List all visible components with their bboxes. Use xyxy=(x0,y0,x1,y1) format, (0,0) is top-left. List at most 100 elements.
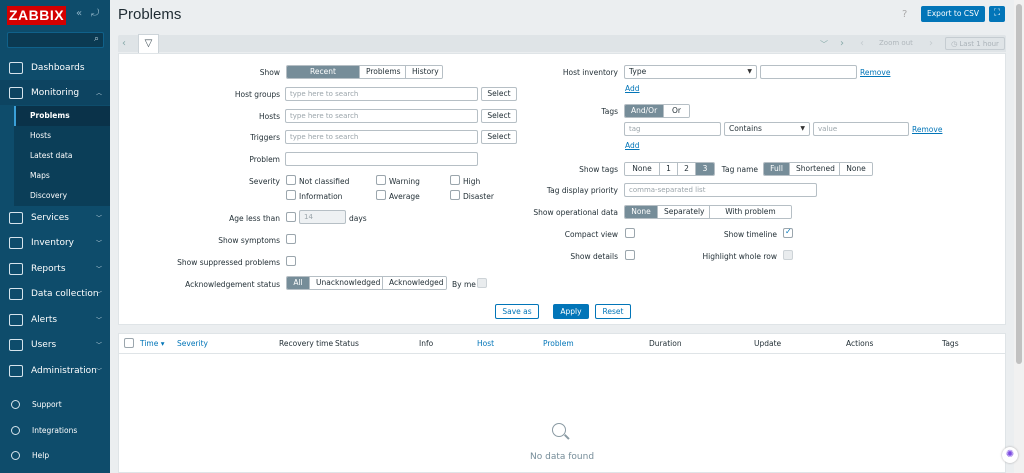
symptoms-label: Show symptoms xyxy=(218,236,280,245)
column-header-severity[interactable]: Severity xyxy=(177,339,208,348)
nav-sub-maps[interactable]: Maps xyxy=(14,166,110,186)
nav-help[interactable]: Help xyxy=(0,445,110,465)
nav-administration[interactable]: Administration ﹀ xyxy=(0,358,110,383)
fullscreen-icon[interactable]: ⛶ xyxy=(989,6,1005,22)
opdata-none[interactable]: None xyxy=(625,206,658,218)
column-header-tags: Tags xyxy=(942,339,959,348)
nav-users[interactable]: Users ﹀ xyxy=(0,332,110,357)
column-header-host[interactable]: Host xyxy=(477,339,494,348)
compact-view-checkbox[interactable] xyxy=(625,228,635,238)
ack-all[interactable]: All xyxy=(287,277,310,289)
chevron-left-icon[interactable]: ‹ xyxy=(122,38,126,49)
show-tags-none[interactable]: None xyxy=(625,163,660,175)
alerts-icon xyxy=(9,313,23,326)
show-timeline-checkbox[interactable] xyxy=(783,227,793,238)
tag-name-full[interactable]: Full xyxy=(764,163,790,175)
tag-name-shortened[interactable]: Shortened xyxy=(790,163,840,175)
by-me-checkbox[interactable] xyxy=(477,278,487,288)
inventory-field-select[interactable]: Type ▼ xyxy=(624,65,757,79)
chevron-down-icon: ﹀ xyxy=(95,317,102,324)
triggers-input[interactable]: type here to search xyxy=(285,130,478,144)
inventory-remove-link[interactable]: Remove xyxy=(860,68,890,77)
tag-name-none[interactable]: None xyxy=(840,163,872,175)
save-as-button[interactable]: Save as xyxy=(495,304,539,319)
time-period-button[interactable]: ◷ Last 1 hour xyxy=(945,37,1005,50)
assistant-icon[interactable]: ✺ xyxy=(1002,447,1018,463)
problem-input[interactable] xyxy=(285,152,478,166)
hosts-input[interactable]: type here to search xyxy=(285,109,478,123)
chevron-down-icon[interactable]: ﹀ xyxy=(820,39,828,50)
show-recent-problems[interactable]: Recent problems xyxy=(287,66,360,78)
host-groups-input[interactable]: type here to search xyxy=(285,87,478,101)
tag-value-input[interactable]: value xyxy=(813,122,909,136)
severity-warning-checkbox[interactable] xyxy=(376,175,386,185)
scrollbar-thumb[interactable] xyxy=(1016,4,1022,364)
help-link[interactable]: ? xyxy=(902,9,907,20)
chevron-down-icon: ﹀ xyxy=(95,291,102,298)
severity-high-checkbox[interactable] xyxy=(450,175,460,185)
chevron-right-icon[interactable]: › xyxy=(840,38,844,49)
kiosk-mode-icon[interactable]: ⤾ xyxy=(91,8,99,19)
nav-alerts[interactable]: Alerts ﹀ xyxy=(0,307,110,332)
sidebar-search-input[interactable]: ⌕ xyxy=(7,32,104,48)
reports-icon xyxy=(9,262,23,275)
export-csv-button[interactable]: Export to CSV xyxy=(921,6,985,22)
nav-sub-hosts[interactable]: Hosts xyxy=(14,126,110,146)
zabbix-logo[interactable]: ZABBIX xyxy=(7,6,66,25)
highlight-row-checkbox[interactable] xyxy=(783,250,793,260)
filter-tab[interactable]: ▽ xyxy=(138,34,159,53)
triggers-select-button[interactable]: Select xyxy=(481,130,517,144)
collapse-sidebar-icon[interactable]: « xyxy=(76,8,82,19)
opdata-separately[interactable]: Separately xyxy=(658,206,710,218)
nav-integrations[interactable]: Integrations xyxy=(0,420,110,440)
show-symptoms-checkbox[interactable] xyxy=(286,234,296,244)
show-suppressed-checkbox[interactable] xyxy=(286,256,296,266)
nav-dashboards[interactable]: Dashboards xyxy=(0,55,110,80)
period-forward-icon[interactable]: › xyxy=(929,38,933,49)
nav-reports[interactable]: Reports ﹀ xyxy=(0,256,110,281)
tag-operator-select[interactable]: Contains ▼ xyxy=(724,122,810,136)
opdata-with-problem-name[interactable]: With problem name xyxy=(710,206,791,218)
nav-sub-latest-data[interactable]: Latest data xyxy=(14,146,110,166)
column-header-problem[interactable]: Problem xyxy=(543,339,574,348)
host-groups-select-button[interactable]: Select xyxy=(481,87,517,101)
severity-information-checkbox[interactable] xyxy=(286,190,296,200)
severity-average-checkbox[interactable] xyxy=(376,190,386,200)
inventory-value-input[interactable] xyxy=(760,65,857,79)
age-input[interactable]: 14 xyxy=(299,210,346,224)
show-timeline-label: Show timeline xyxy=(723,230,777,239)
nav-label: Integrations xyxy=(32,425,78,435)
ack-acknowledged[interactable]: Acknowledged xyxy=(383,277,446,289)
nav-inventory[interactable]: Inventory ﹀ xyxy=(0,230,110,255)
tags-and-or[interactable]: And/Or xyxy=(625,105,664,117)
hosts-select-button[interactable]: Select xyxy=(481,109,517,123)
severity-disaster-checkbox[interactable] xyxy=(450,190,460,200)
severity-not-classified-checkbox[interactable] xyxy=(286,175,296,185)
chevron-down-icon: ﹀ xyxy=(95,240,102,247)
apply-button[interactable]: Apply xyxy=(553,304,589,319)
page-scrollbar[interactable] xyxy=(1014,0,1024,473)
tags-or[interactable]: Or xyxy=(664,105,689,117)
reset-button[interactable]: Reset xyxy=(595,304,631,319)
show-problems[interactable]: Problems xyxy=(360,66,406,78)
inventory-add-link[interactable]: Add xyxy=(625,84,640,93)
show-details-checkbox[interactable] xyxy=(625,250,635,260)
nav-sub-problems[interactable]: Problems xyxy=(14,106,110,126)
nav-monitoring[interactable]: Monitoring ︿ xyxy=(0,80,110,105)
period-back-icon[interactable]: ‹ xyxy=(860,38,864,49)
zoom-out-button[interactable]: Zoom out xyxy=(879,39,913,47)
tag-input[interactable]: tag xyxy=(624,122,721,136)
select-all-checkbox[interactable] xyxy=(124,338,134,348)
nav-support[interactable]: Support xyxy=(0,394,110,414)
age-checkbox[interactable] xyxy=(286,212,296,222)
ack-unacknowledged[interactable]: Unacknowledged xyxy=(310,277,383,289)
tags-add-link[interactable]: Add xyxy=(625,141,640,150)
show-tags-1[interactable]: 1 xyxy=(660,163,678,175)
tag-priority-input[interactable]: comma-separated list xyxy=(624,183,817,197)
column-header-time[interactable]: Time ▾ xyxy=(140,339,165,348)
tag-remove-link[interactable]: Remove xyxy=(912,125,942,134)
show-history[interactable]: History xyxy=(406,66,442,78)
nav-services[interactable]: Services ﹀ xyxy=(0,205,110,230)
nav-sub-discovery[interactable]: Discovery xyxy=(14,186,110,206)
nav-data-collection[interactable]: Data collection ﹀ xyxy=(0,281,110,306)
